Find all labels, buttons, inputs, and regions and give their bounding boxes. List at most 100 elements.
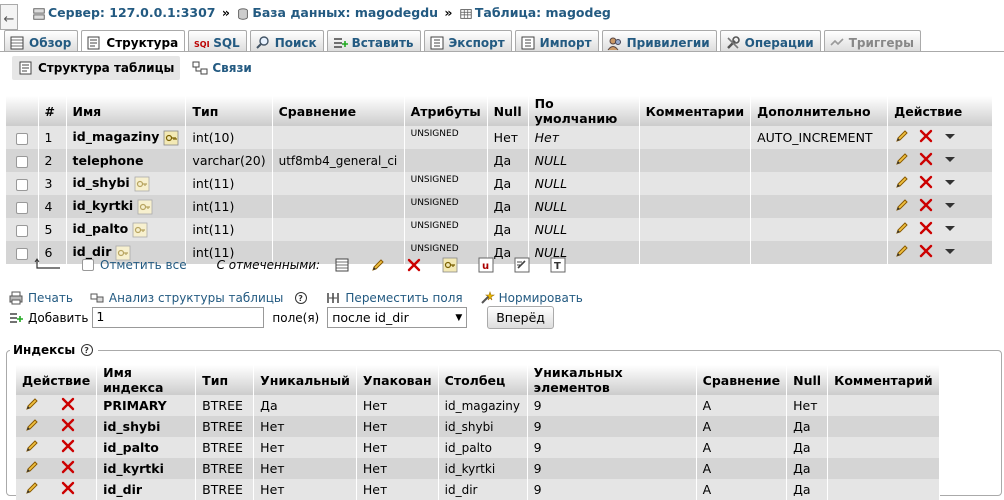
index-actions bbox=[16, 416, 98, 437]
analyze-structure-link[interactable]: Анализ структуры таблицы? bbox=[89, 290, 309, 306]
delete-x-icon[interactable] bbox=[60, 417, 76, 433]
delete-x-icon[interactable] bbox=[918, 174, 934, 190]
row-checkbox[interactable] bbox=[15, 155, 28, 168]
normalize-link[interactable]: Нормировать bbox=[479, 290, 583, 306]
tab-privileges[interactable]: Привилегии bbox=[601, 30, 717, 52]
more-actions-dropdown-icon[interactable] bbox=[942, 197, 958, 213]
more-actions-dropdown-icon[interactable] bbox=[942, 151, 958, 167]
breadcrumb-bar: ← Сервер: 127.0.0.1:3307 » База данных: … bbox=[0, 0, 1004, 30]
tab-sql[interactable]: SQL SQL bbox=[188, 30, 247, 52]
more-actions-dropdown-icon[interactable] bbox=[942, 174, 958, 190]
column-collation: utf8mb4_general_ci bbox=[272, 149, 405, 172]
browse-selected-icon[interactable] bbox=[334, 257, 350, 273]
index-selected-icon[interactable] bbox=[514, 257, 530, 273]
column-comments bbox=[639, 126, 752, 149]
help-icon[interactable]: ? bbox=[293, 290, 309, 306]
row-checkbox[interactable] bbox=[15, 224, 28, 237]
column-comments bbox=[639, 218, 752, 241]
index-name: PRIMARY bbox=[96, 395, 197, 416]
col-header[interactable]: # bbox=[38, 96, 67, 126]
index-packed: Нет bbox=[356, 437, 439, 458]
edit-pencil-icon[interactable] bbox=[894, 220, 910, 236]
normalize-label: Нормировать bbox=[498, 291, 583, 305]
tab-search[interactable]: Поиск bbox=[249, 30, 324, 52]
more-actions-dropdown-icon[interactable] bbox=[942, 243, 958, 259]
tab-export[interactable]: Экспорт bbox=[423, 30, 512, 52]
edit-pencil-icon[interactable] bbox=[894, 197, 910, 213]
index-row: id_kyrtki BTREE Нет Нет id_kyrtki 9 A Да bbox=[16, 458, 940, 479]
breadcrumb-server[interactable]: Сервер: 127.0.0.1:3307 bbox=[48, 5, 216, 20]
breadcrumb-database[interactable]: База данных: magodegdu bbox=[252, 5, 438, 20]
edit-pencil-icon[interactable] bbox=[24, 417, 40, 433]
index-comment bbox=[827, 479, 940, 500]
column-null: Да bbox=[487, 172, 529, 195]
delete-x-icon[interactable] bbox=[60, 396, 76, 412]
tab-label: Операции bbox=[744, 35, 814, 50]
column-actions bbox=[887, 195, 994, 218]
subtab-relations[interactable]: Связи bbox=[186, 56, 258, 80]
check-all-label[interactable]: Отметить все bbox=[100, 258, 187, 272]
collapse-nav-button[interactable]: ← bbox=[0, 4, 18, 30]
delete-selected-icon[interactable] bbox=[406, 257, 422, 273]
col-header[interactable]: По умолчанию bbox=[528, 96, 640, 126]
tab-operations[interactable]: Операции bbox=[719, 30, 821, 52]
delete-x-icon[interactable] bbox=[918, 243, 934, 259]
indexes-header-row: Действие Имя индекса Тип Уникальный Упак… bbox=[16, 365, 940, 395]
import-icon bbox=[520, 35, 536, 51]
delete-x-icon[interactable] bbox=[918, 197, 934, 213]
check-all-checkbox[interactable] bbox=[82, 259, 94, 271]
edit-pencil-icon[interactable] bbox=[894, 151, 910, 167]
index-column: id_kyrtki bbox=[438, 458, 528, 479]
tab-insert[interactable]: Вставить bbox=[326, 30, 421, 52]
col-header[interactable]: Атрибуты bbox=[404, 96, 488, 126]
column-count-input[interactable]: 1 bbox=[92, 307, 265, 328]
edit-pencil-icon[interactable] bbox=[894, 243, 910, 259]
help-icon[interactable]: ? bbox=[79, 342, 95, 358]
print-link[interactable]: Печать bbox=[8, 290, 73, 306]
delete-x-icon[interactable] bbox=[918, 128, 934, 144]
unique-selected-icon[interactable]: u bbox=[478, 257, 494, 273]
delete-x-icon[interactable] bbox=[918, 220, 934, 236]
breadcrumb-table[interactable]: Таблица: magodeg bbox=[475, 5, 611, 20]
row-checkbox[interactable] bbox=[15, 132, 28, 145]
edit-pencil-icon[interactable] bbox=[24, 459, 40, 475]
indexes-legend: Индексы? bbox=[10, 342, 99, 358]
delete-x-icon[interactable] bbox=[60, 480, 76, 496]
column-position-select[interactable]: после id_dir ▼ bbox=[327, 307, 468, 328]
fulltext-selected-icon[interactable]: T bbox=[550, 257, 566, 273]
col-header[interactable]: Комментарии bbox=[639, 96, 752, 126]
attribute-text: UNSIGNED bbox=[410, 175, 459, 185]
index-comment bbox=[827, 416, 940, 437]
column-extra bbox=[750, 241, 889, 264]
tab-import[interactable]: Импорт bbox=[514, 30, 599, 52]
tab-label: Импорт bbox=[539, 35, 592, 50]
subtab-table-structure[interactable]: Структура таблицы bbox=[12, 56, 181, 80]
index-null: Нет bbox=[786, 395, 829, 416]
edit-pencil-icon[interactable] bbox=[24, 396, 40, 412]
col-header[interactable]: Null bbox=[487, 96, 529, 126]
row-checkbox[interactable] bbox=[15, 178, 28, 191]
index-key-icon bbox=[132, 222, 148, 238]
more-actions-dropdown-icon[interactable] bbox=[942, 128, 958, 144]
more-actions-dropdown-icon[interactable] bbox=[942, 220, 958, 236]
move-columns-link[interactable]: Переместить поля bbox=[325, 290, 463, 306]
tab-browse[interactable]: Обзор bbox=[4, 30, 79, 52]
col-header[interactable]: Сравнение bbox=[272, 96, 405, 126]
row-checkbox[interactable] bbox=[15, 201, 28, 214]
column-name-cell: id_palto bbox=[66, 218, 187, 241]
delete-x-icon[interactable] bbox=[60, 438, 76, 454]
col-header[interactable]: Дополнительно bbox=[750, 96, 889, 126]
go-button[interactable]: Вперёд bbox=[487, 306, 554, 329]
col-header[interactable]: Тип bbox=[185, 96, 273, 126]
delete-x-icon[interactable] bbox=[60, 459, 76, 475]
tab-triggers[interactable]: Триггеры bbox=[823, 30, 921, 52]
tab-structure[interactable]: Структура bbox=[81, 30, 186, 52]
edit-pencil-icon[interactable] bbox=[24, 480, 40, 496]
primary-key-selected-icon[interactable] bbox=[442, 257, 458, 273]
col-header[interactable]: Имя bbox=[66, 96, 187, 126]
delete-x-icon[interactable] bbox=[918, 151, 934, 167]
edit-selected-icon[interactable] bbox=[370, 257, 386, 273]
edit-pencil-icon[interactable] bbox=[894, 174, 910, 190]
edit-pencil-icon[interactable] bbox=[24, 438, 40, 454]
edit-pencil-icon[interactable] bbox=[894, 128, 910, 144]
